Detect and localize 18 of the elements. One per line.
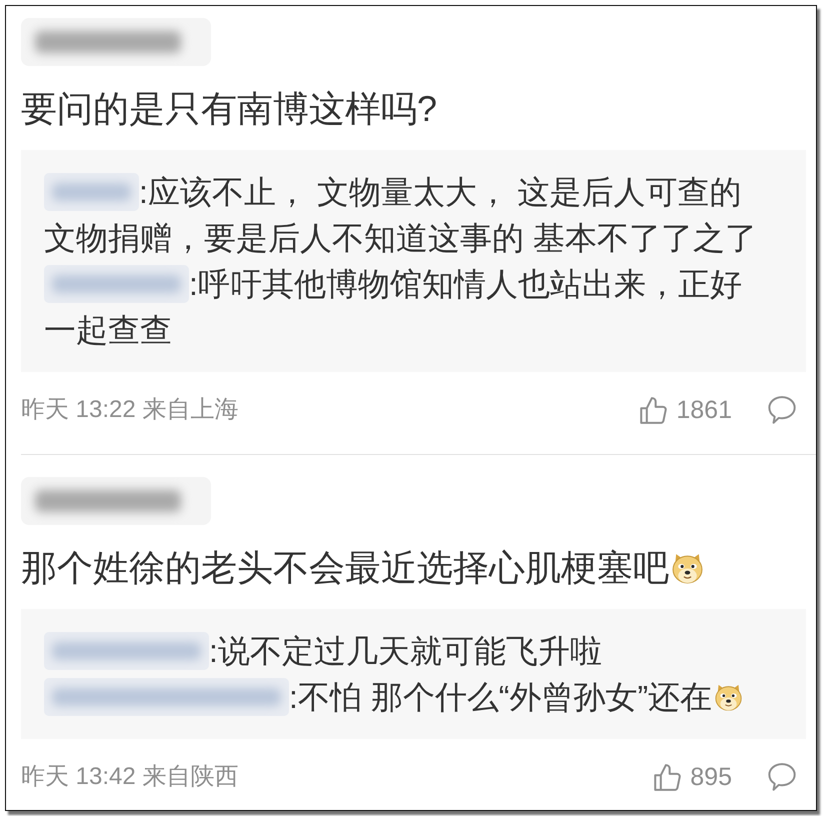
thumbs-up-icon	[640, 396, 668, 424]
comment-text: 那个姓徐的老头不会最近选择心肌梗塞吧	[21, 546, 669, 590]
like-button[interactable]: 1861	[640, 395, 732, 425]
comment-button[interactable]	[768, 763, 796, 791]
comment-meta: 昨天 13:42 来自陕西	[21, 762, 238, 792]
reply-text: :不怕 那个什么“外曾孙女”还在	[289, 678, 712, 717]
comment-button[interactable]	[768, 396, 796, 424]
comment-text: 要问的是只有南博这样吗?	[21, 87, 438, 131]
like-button[interactable]: 895	[654, 762, 732, 792]
reply-text: :应该不止， 文物量太大， 这是后人可查的	[139, 173, 742, 212]
reply-text: :呼吁其他博物馆知情人也站出来，正好	[189, 265, 742, 304]
thumbs-up-icon	[654, 764, 682, 790]
reply-text: 一起查查	[44, 311, 172, 350]
speech-bubble-icon	[768, 396, 796, 424]
comment-meta: 昨天 13:22 来自上海	[21, 395, 238, 425]
reply-text: 文物捐赠，要是后人不知道这事的 基本不了了之了	[44, 219, 757, 258]
speech-bubble-icon	[768, 763, 796, 791]
reply-text: :说不定过几天就可能飞升啦	[209, 632, 602, 671]
